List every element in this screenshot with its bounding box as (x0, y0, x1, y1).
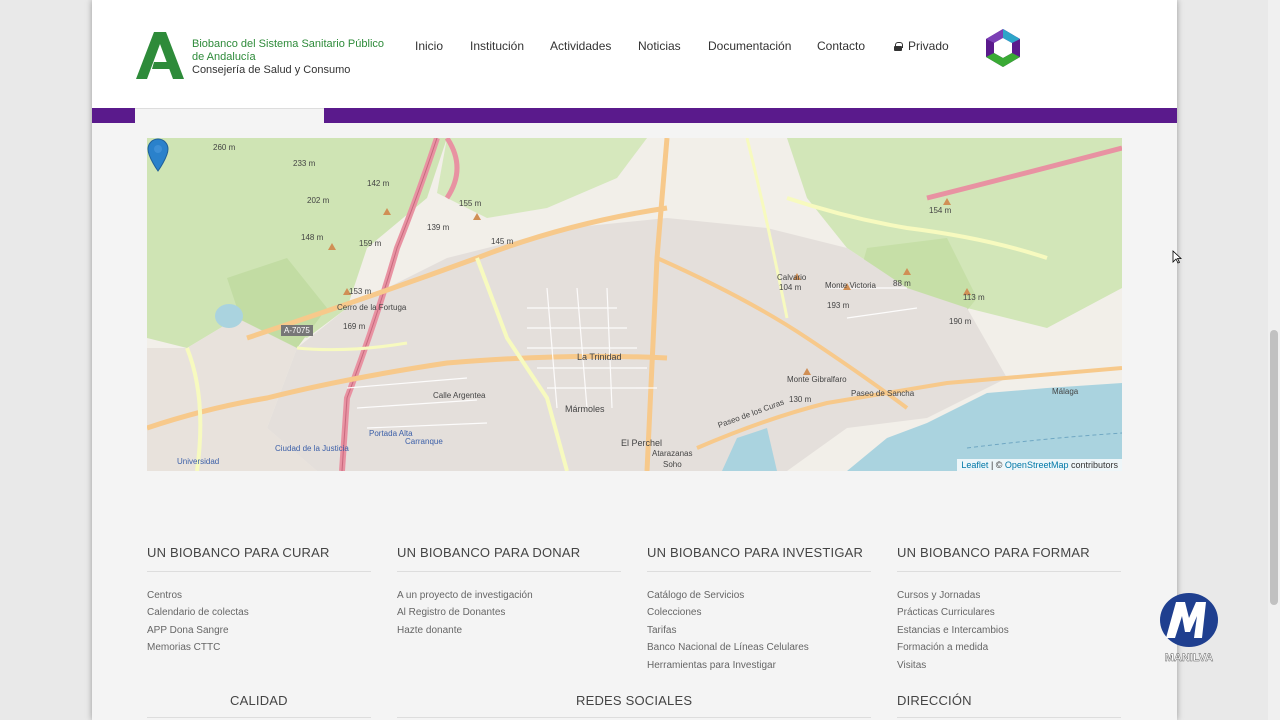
nav-inicio[interactable]: Inicio (415, 39, 443, 53)
label-calvario-h: 104 m (779, 283, 802, 292)
label-cerro-tortuga: Cerro de la Fortuga (337, 303, 407, 312)
label-atarazanas: Atarazanas (652, 449, 692, 458)
label-road-a7075: A-7075 (284, 326, 310, 335)
label-calvario: Calvario (777, 273, 807, 282)
nav-institucion[interactable]: Institución (470, 39, 524, 53)
biobanco-cube-icon[interactable] (982, 27, 1024, 69)
label-elev-155: 155 m (459, 199, 482, 208)
footer-direccion-title: DIRECCIÓN (897, 693, 972, 708)
label-soho: Soho (663, 460, 682, 469)
footer-col-curar: UN BIOBANCO PARA CURAR Centros Calendari… (147, 545, 371, 657)
label-elev-113: 113 m (963, 293, 985, 302)
label-elev-148: 148 m (301, 233, 324, 242)
footer-link[interactable]: Memorias CTTC (147, 639, 371, 656)
map-tiles: La Trinidad Mármoles El Perchel Atarazan… (147, 138, 1122, 471)
label-malaga: Málaga (1052, 387, 1079, 396)
label-universidad: Universidad (177, 457, 219, 466)
osm-link[interactable]: OpenStreetMap (1005, 460, 1069, 470)
page-scrollbar[interactable] (1268, 0, 1280, 720)
footer-calidad-title: CALIDAD (230, 693, 288, 708)
label-carranque: Carranque (405, 437, 443, 446)
label-paseo-sancha: Paseo de Sancha (851, 389, 915, 398)
label-monte-victoria: Monte Victoria (825, 281, 877, 290)
nav-noticias[interactable]: Noticias (638, 39, 681, 53)
footer-link[interactable]: Calendario de colectas (147, 604, 371, 621)
footer-link[interactable]: Tarifas (647, 622, 871, 639)
footer-link[interactable]: APP Dona Sangre (147, 622, 371, 639)
footer-col-investigar: UN BIOBANCO PARA INVESTIGAR Catálogo de … (647, 545, 871, 674)
footer-link[interactable]: A un proyecto de investigación (397, 587, 621, 604)
attribution-sep: | © (988, 460, 1005, 470)
brand-line1: Biobanco del Sistema Sanitario Público (192, 38, 385, 50)
page-container: Biobanco del Sistema Sanitario Público d… (92, 0, 1177, 720)
map-marker-icon[interactable] (147, 138, 169, 172)
label-elev-153: 153 m (349, 287, 372, 296)
attribution-suffix: contributors (1068, 460, 1118, 470)
leaflet-link[interactable]: Leaflet (961, 460, 988, 470)
nav-actividades[interactable]: Actividades (550, 39, 611, 53)
footer-link[interactable]: Formación a medida (897, 639, 1121, 656)
footer-link[interactable]: Cursos y Jornadas (897, 587, 1121, 604)
nav-documentacion[interactable]: Documentación (708, 39, 791, 53)
active-tab-gap (135, 108, 324, 123)
nav-contacto[interactable]: Contacto (817, 39, 865, 53)
label-calle-argentea: Calle Argentea (433, 391, 486, 400)
footer-col-donar: UN BIOBANCO PARA DONAR A un proyecto de … (397, 545, 621, 639)
nav-privado-label: Privado (908, 39, 949, 53)
label-elev-233: 233 m (293, 159, 316, 168)
label-cerro-tortuga-h: 169 m (343, 322, 366, 331)
map-attribution: Leaflet | © OpenStreetMap contributors (957, 459, 1122, 471)
label-elev-260: 260 m (213, 143, 236, 152)
footer-link[interactable]: Estancias e Intercambios (897, 622, 1121, 639)
footer-col-title: UN BIOBANCO PARA CURAR (147, 545, 371, 572)
footer-col-title: UN BIOBANCO PARA FORMAR (897, 545, 1121, 572)
label-gibralfaro-h: 130 m (789, 395, 812, 404)
manilva-watermark-logo: MANILVA (1160, 593, 1218, 664)
footer-link[interactable]: Al Registro de Donantes (397, 604, 621, 621)
purple-band-right (324, 108, 1177, 123)
divider (397, 717, 871, 718)
nav-privado[interactable]: Privado (894, 39, 949, 53)
label-elev-202: 202 m (307, 196, 330, 205)
label-trinidad: La Trinidad (577, 352, 622, 362)
footer-link[interactable]: Prácticas Curriculares (897, 604, 1121, 621)
leaflet-map[interactable]: La Trinidad Mármoles El Perchel Atarazan… (147, 138, 1122, 471)
footer-link[interactable]: Banco Nacional de Líneas Celulares (647, 639, 871, 656)
label-ciudad-justicia: Ciudad de la Justicia (275, 444, 349, 453)
purple-band-left (92, 108, 135, 123)
divider (147, 717, 371, 718)
footer-link[interactable]: Catálogo de Servicios (647, 587, 871, 604)
lock-icon (894, 42, 903, 51)
junta-andalucia-logo[interactable] (136, 32, 188, 80)
footer-link[interactable]: Colecciones (647, 604, 871, 621)
footer-col-formar: UN BIOBANCO PARA FORMAR Cursos y Jornada… (897, 545, 1121, 674)
footer-redes-title: REDES SOCIALES (576, 693, 693, 708)
divider (897, 717, 1121, 718)
scrollbar-thumb[interactable] (1270, 330, 1278, 605)
label-elev-154: 154 m (929, 206, 952, 215)
label-elev-159: 159 m (359, 239, 382, 248)
site-header: Biobanco del Sistema Sanitario Público d… (92, 0, 1177, 108)
footer-link[interactable]: Herramientas para Investigar (647, 657, 871, 674)
watermark-text: MANILVA (1165, 652, 1214, 664)
label-elev-142: 142 m (367, 179, 390, 188)
brand-line2: de Andalucía (192, 51, 256, 63)
mouse-cursor-icon (1172, 250, 1182, 264)
label-monte-victoria-h: 193 m (827, 301, 850, 310)
brand-text[interactable]: Biobanco del Sistema Sanitario Público d… (192, 38, 384, 77)
label-monte-gibralfaro: Monte Gibralfaro (787, 375, 847, 384)
label-perchel: El Perchel (621, 438, 662, 448)
footer-col-title: UN BIOBANCO PARA INVESTIGAR (647, 545, 871, 572)
footer-link[interactable]: Centros (147, 587, 371, 604)
label-elev-88: 88 m (893, 279, 911, 288)
footer-col-title: UN BIOBANCO PARA DONAR (397, 545, 621, 572)
brand-line3: Consejería de Salud y Consumo (192, 64, 351, 76)
footer-link[interactable]: Hazte donante (397, 622, 621, 639)
label-elev-145: 145 m (491, 237, 514, 246)
label-elev-190: 190 m (949, 317, 972, 326)
footer-link[interactable]: Visitas (897, 657, 1121, 674)
label-marmoles: Mármoles (565, 404, 605, 414)
label-elev-139: 139 m (427, 223, 450, 232)
